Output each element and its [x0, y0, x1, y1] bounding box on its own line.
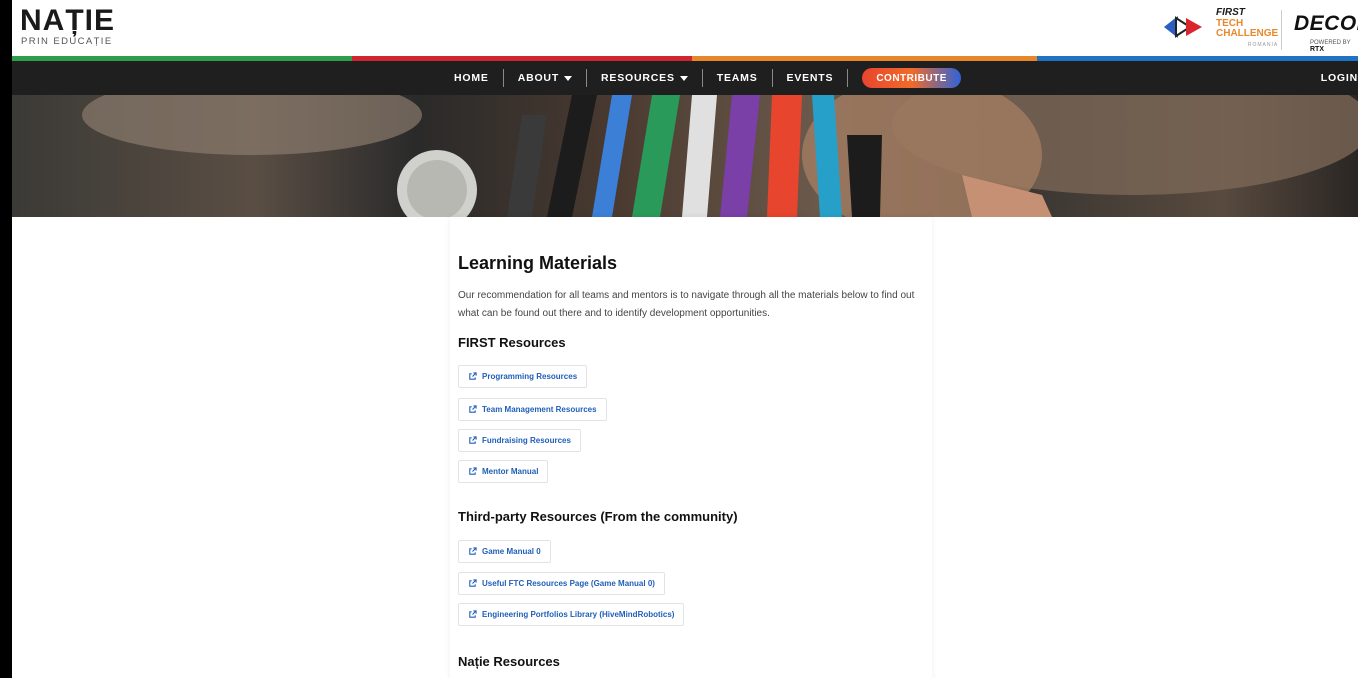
ftc-region: ROMANIA — [1247, 41, 1279, 48]
ftc-logo: FIRST TECH CHALLENGE ROMANIA — [1162, 7, 1282, 52]
resource-link-label: Fundraising Resources — [482, 436, 571, 445]
hero-lanyards-illustration — [82, 95, 1358, 217]
nav-menu: HOME ABOUT RESOURCES TEAMS EVENTS CONTRI… — [440, 61, 961, 95]
section-heading-natie: Nație Resources — [458, 654, 560, 669]
decode-sponsor: POWERED BY RTX — [1310, 40, 1358, 53]
nav-resources-label: RESOURCES — [601, 72, 675, 84]
resource-link-mentor-manual[interactable]: Mentor Manual — [458, 460, 549, 483]
nav-resources[interactable]: RESOURCES — [587, 72, 702, 84]
resource-link-label: Game Manual 0 — [482, 547, 541, 556]
resource-link-programming[interactable]: Programming Resources — [458, 365, 588, 388]
site-logo[interactable]: NAȚIE — [20, 6, 115, 36]
nav-teams[interactable]: TEAMS — [703, 72, 772, 84]
external-link-icon — [469, 579, 477, 587]
section-heading-first: FIRST Resources — [458, 335, 566, 350]
external-link-icon — [469, 372, 477, 380]
nav-teams-label: TEAMS — [716, 72, 758, 84]
nav-home-label: HOME — [454, 72, 489, 84]
nav-about-label: ABOUT — [517, 72, 560, 84]
nav-events-label: EVENTS — [786, 72, 834, 84]
resource-link-fundraising[interactable]: Fundraising Resources — [458, 429, 581, 452]
resource-link-game-manual-0[interactable]: Game Manual 0 — [458, 540, 551, 563]
hero-image — [12, 95, 1358, 217]
nav-home[interactable]: HOME — [440, 72, 503, 84]
ftc-tech: TECH — [1216, 17, 1244, 29]
caret-down-icon — [679, 76, 688, 81]
resource-link-label: Useful FTC Resources Page (Game Manual 0… — [482, 579, 655, 588]
resource-link-label: Mentor Manual — [482, 467, 539, 476]
learning-materials-card: Learning Materials Our recommendation fo… — [450, 217, 932, 678]
decode-logo: DECODE — [1294, 12, 1358, 35]
resource-link-team-management[interactable]: Team Management Resources — [458, 398, 607, 421]
section-heading-third-party: Third-party Resources (From the communit… — [458, 509, 738, 524]
nav-events[interactable]: EVENTS — [773, 72, 848, 84]
ftc-challenge: CHALLENGE — [1216, 28, 1279, 39]
login-link[interactable]: LOGIN — [1321, 61, 1358, 95]
external-link-icon — [469, 547, 477, 555]
logo-divider — [1281, 10, 1282, 50]
site-logo-tagline: PRIN EDUCAȚIE — [21, 36, 113, 47]
site-header: NAȚIE PRIN EDUCAȚIE FIRST TECH CHALLENGE… — [12, 0, 1358, 57]
ftc-logo-icon — [1164, 16, 1202, 38]
external-link-icon — [469, 467, 477, 475]
browser-viewport: NAȚIE PRIN EDUCAȚIE FIRST TECH CHALLENGE… — [12, 0, 1358, 678]
ftc-logo-text: FIRST TECH CHALLENGE ROMANIA — [1216, 7, 1279, 50]
nav-separator — [847, 69, 849, 87]
external-link-icon — [469, 405, 477, 413]
external-link-icon — [469, 610, 477, 618]
resource-link-useful-ftc[interactable]: Useful FTC Resources Page (Game Manual 0… — [458, 572, 665, 595]
intro-text: Our recommendation for all teams and men… — [458, 290, 915, 319]
resource-link-label: Programming Resources — [482, 372, 578, 381]
main-nav: HOME ABOUT RESOURCES TEAMS EVENTS CONTRI… — [12, 61, 1358, 95]
external-link-icon — [469, 436, 477, 444]
page-title: Learning Materials — [458, 253, 618, 273]
resource-link-engineering-portfolios[interactable]: Engineering Portfolios Library (HiveMind… — [458, 603, 685, 626]
nav-about[interactable]: ABOUT — [504, 72, 586, 84]
resource-link-label: Team Management Resources — [482, 405, 597, 414]
ftc-first: FIRST — [1216, 7, 1245, 18]
resource-link-label: Engineering Portfolios Library (HiveMind… — [482, 610, 675, 619]
contribute-button[interactable]: CONTRIBUTE — [862, 68, 961, 88]
caret-down-icon — [564, 76, 573, 81]
decode-sponsor-name: RTX — [1310, 46, 1324, 53]
